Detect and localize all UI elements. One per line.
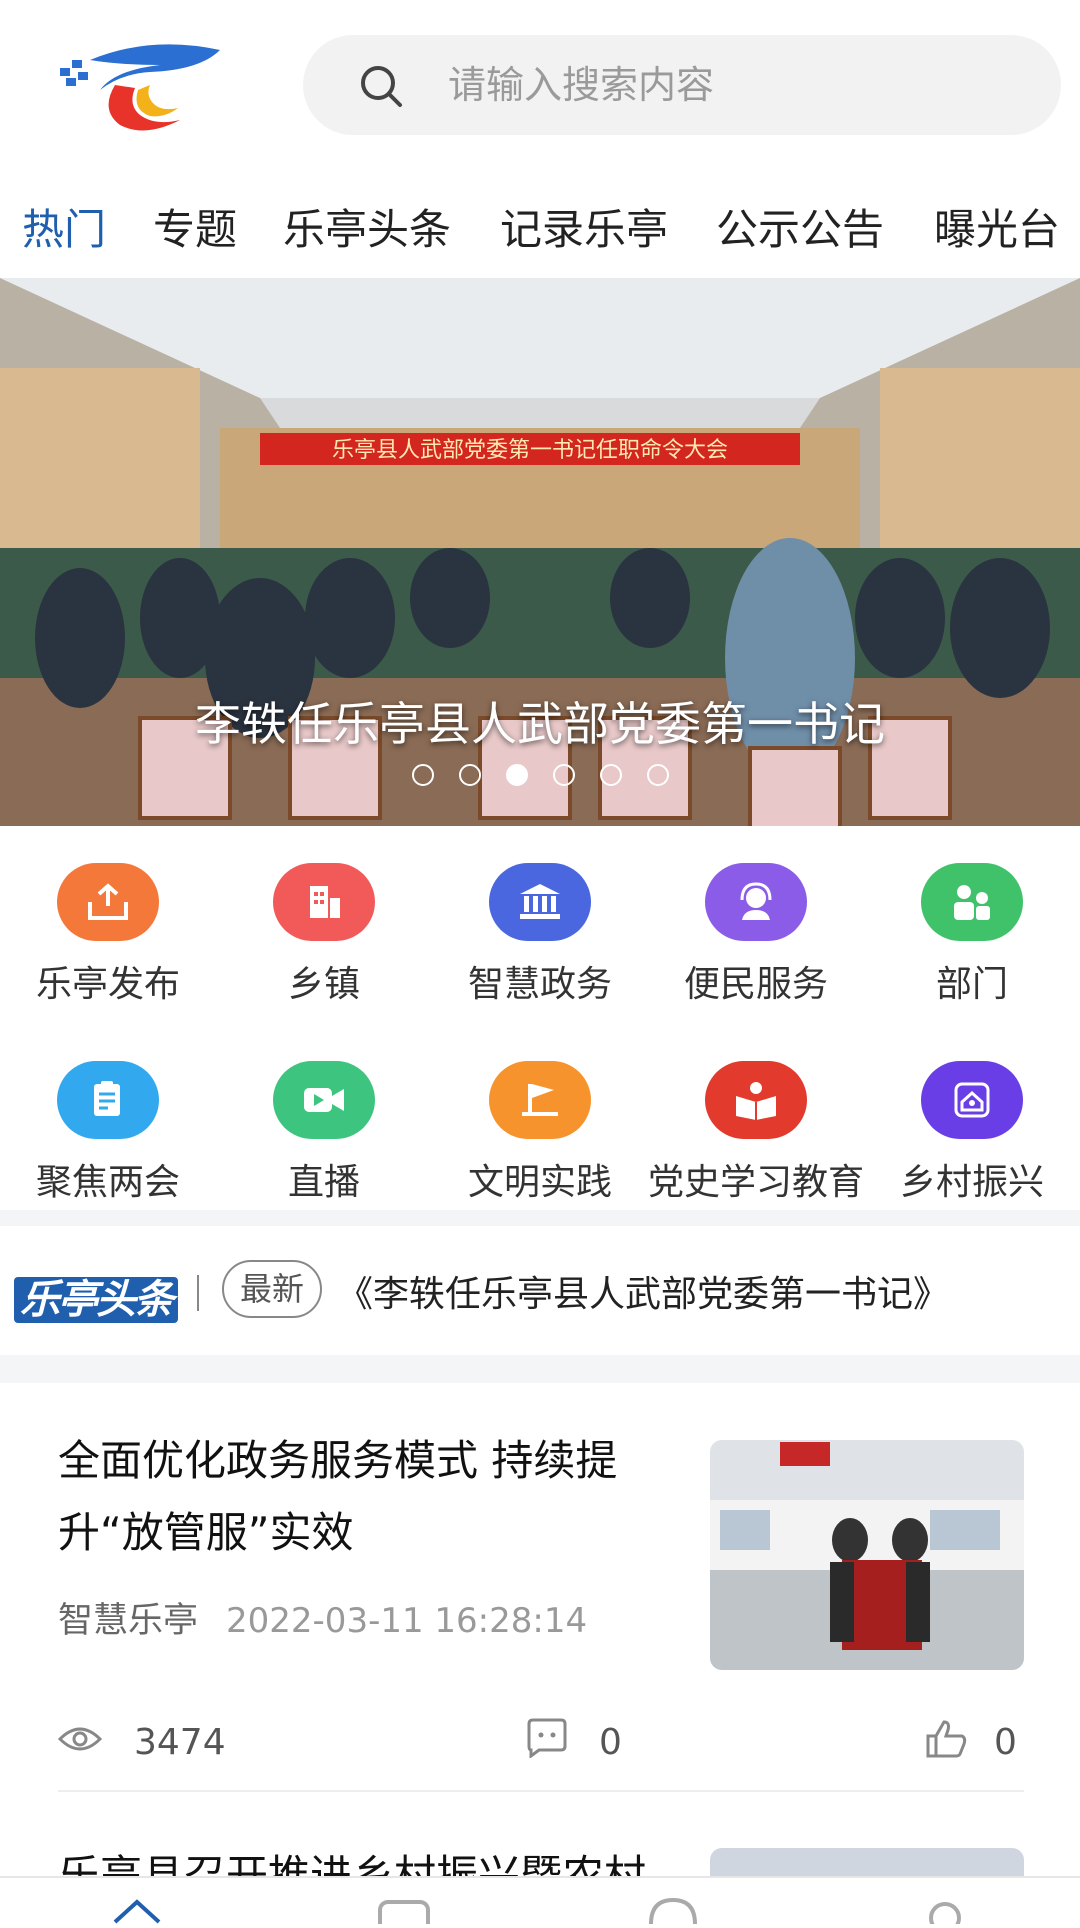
service-grid: 乐亭发布 乡镇 智慧政务 便民服务 部门 聚焦两会 直播 文明实践 党史学习教育… xyxy=(0,855,1080,1205)
search-bar[interactable]: 请输入搜索内容 xyxy=(303,35,1061,135)
section-divider xyxy=(0,1210,1080,1226)
government-icon xyxy=(489,863,591,941)
banner-carousel[interactable]: 乐亭县人武部党委第一书记任职命令大会 李轶任乐亭县人武部党委第一书记 xyxy=(0,278,1080,826)
views-count: 3474 xyxy=(134,1721,226,1763)
carousel-dot[interactable] xyxy=(412,764,434,786)
app-logo[interactable] xyxy=(60,30,230,140)
customer-service-icon xyxy=(705,863,807,941)
stage-banner-text: 乐亭县人武部党委第一书记任职命令大会 xyxy=(332,438,728,463)
grid-item-laoting-release[interactable]: 乐亭发布 xyxy=(0,855,216,1015)
grid-item-civilization-practice[interactable]: 文明实践 xyxy=(432,1053,648,1213)
grid-label: 乐亭发布 xyxy=(35,964,180,1005)
news-title[interactable]: 全面优化政务服务模式 持续提升“放管服”实效 xyxy=(58,1425,688,1569)
grid-item-party-history[interactable]: 党史学习教育 xyxy=(648,1053,864,1213)
upload-icon xyxy=(57,863,159,941)
news-stats: 3474 0 0 xyxy=(57,1712,1024,1772)
divider xyxy=(197,1275,199,1311)
grid-label: 部门 xyxy=(935,964,1008,1005)
grid-item-convenience-services[interactable]: 便民服务 xyxy=(648,855,864,1015)
carousel-dot[interactable] xyxy=(600,764,622,786)
grid-label: 党史学习教育 xyxy=(648,1162,865,1203)
headline-text[interactable]: 《李轶任乐亭县人武部党委第一书记》 xyxy=(337,1265,949,1317)
flag-icon xyxy=(489,1061,591,1139)
comments-count: 0 xyxy=(599,1721,622,1763)
tab-laoting-headlines[interactable]: 乐亭头条 xyxy=(283,190,451,270)
carousel-dot[interactable] xyxy=(647,764,669,786)
news-meta: 智慧乐亭 2022-03-11 16:28:14 xyxy=(58,1592,587,1643)
people-icon xyxy=(921,863,1023,941)
search-icon xyxy=(358,63,404,109)
thumbs-up-icon xyxy=(924,1718,968,1767)
grid-item-live[interactable]: 直播 xyxy=(216,1053,432,1213)
grid-item-smart-government[interactable]: 智慧政务 xyxy=(432,855,648,1015)
likes-stat[interactable]: 0 xyxy=(924,1712,1017,1772)
tab-record-laoting[interactable]: 记录乐亭 xyxy=(500,190,668,270)
views-stat: 3474 xyxy=(57,1712,226,1772)
tab-hot[interactable]: 热门 xyxy=(22,190,106,270)
news-time: 2022-03-11 16:28:14 xyxy=(226,1601,588,1641)
news-thumbnail[interactable] xyxy=(710,1440,1024,1670)
building-icon xyxy=(273,863,375,941)
search-input[interactable]: 请输入搜索内容 xyxy=(448,62,714,108)
video-camera-icon xyxy=(273,1061,375,1139)
home-icon xyxy=(921,1061,1023,1139)
grid-label: 智慧政务 xyxy=(467,964,612,1005)
grid-label: 乡镇 xyxy=(287,964,360,1005)
reading-icon xyxy=(705,1061,807,1139)
comments-stat[interactable]: 0 xyxy=(525,1712,622,1772)
tab-announcements[interactable]: 公示公告 xyxy=(716,190,884,270)
carousel-dot-active[interactable] xyxy=(506,764,528,786)
grid-label: 文明实践 xyxy=(467,1162,612,1203)
tab-exposure[interactable]: 曝光台 xyxy=(934,190,1060,270)
likes-count: 0 xyxy=(994,1721,1017,1763)
comment-icon xyxy=(525,1718,569,1767)
news-source: 智慧乐亭 xyxy=(58,1601,199,1641)
headline-ticker[interactable]: 乐亭头条 最新 《李轶任乐亭县人武部党委第一书记》 xyxy=(0,1225,1080,1355)
grid-item-departments[interactable]: 部门 xyxy=(864,855,1080,1015)
tab-topics[interactable]: 专题 xyxy=(153,190,237,270)
grid-label: 乡村振兴 xyxy=(899,1162,1044,1203)
grid-item-rural-revitalization[interactable]: 乡村振兴 xyxy=(864,1053,1080,1213)
grid-item-towns[interactable]: 乡镇 xyxy=(216,855,432,1015)
header: 请输入搜索内容 xyxy=(0,0,1080,180)
banner-title: 李轶任乐亭县人武部党委第一书记 xyxy=(195,697,885,751)
carousel-dot[interactable] xyxy=(459,764,481,786)
carousel-dot[interactable] xyxy=(553,764,575,786)
grid-label: 便民服务 xyxy=(683,964,828,1005)
bottom-nav xyxy=(0,1876,1080,1928)
latest-badge: 最新 xyxy=(222,1260,322,1318)
category-tabs: 热门 专题 乐亭头条 记录乐亭 公示公告 曝光台 xyxy=(0,190,1080,270)
grid-item-two-sessions[interactable]: 聚焦两会 xyxy=(0,1053,216,1213)
headline-logo: 乐亭头条 xyxy=(14,1267,178,1325)
clipboard-icon xyxy=(57,1061,159,1139)
grid-label: 聚焦两会 xyxy=(35,1162,180,1203)
eye-icon xyxy=(57,1722,103,1763)
section-divider xyxy=(0,1355,1080,1383)
grid-label: 直播 xyxy=(287,1162,360,1203)
divider xyxy=(58,1790,1024,1792)
